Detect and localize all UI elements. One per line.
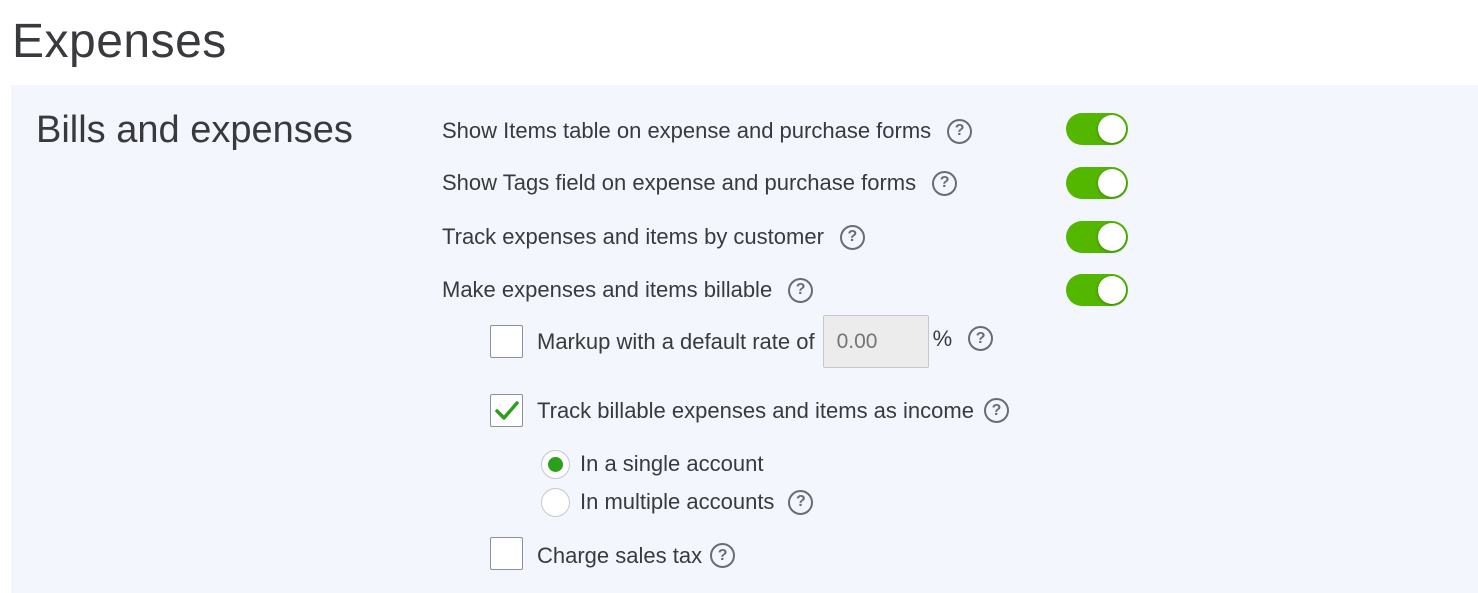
toggle-track-by-customer[interactable] <box>1066 221 1128 253</box>
help-icon[interactable]: ? <box>788 277 814 303</box>
help-icon[interactable]: ? <box>788 489 814 515</box>
setting-label: Show Tags field on expense and purchase … <box>442 170 917 195</box>
radio-multiple-accounts[interactable] <box>541 488 570 517</box>
help-icon[interactable]: ? <box>710 543 736 568</box>
toggle-knob <box>1098 276 1126 304</box>
track-income-label: Track billable expenses and items as inc… <box>537 397 974 423</box>
markup-row: Markup with a default rate of % ? <box>537 315 994 368</box>
track-income-row: Track billable expenses and items as inc… <box>537 394 1009 427</box>
radio-label-multiple: In multiple accounts <box>580 489 775 514</box>
radio-single-account[interactable] <box>541 450 570 479</box>
track-income-checkbox[interactable] <box>490 394 523 427</box>
setting-label: Track expenses and items by customer <box>442 224 824 249</box>
setting-label: Show Items table on expense and purchase… <box>442 118 932 143</box>
sales-tax-label: Charge sales tax <box>537 542 703 568</box>
markup-checkbox[interactable] <box>490 325 523 358</box>
help-icon[interactable]: ? <box>947 118 973 144</box>
section-title: Bills and expenses <box>36 109 353 151</box>
bills-expenses-panel: Bills and expenses Show Items table on e… <box>11 85 1478 593</box>
page-title: Expenses <box>12 15 227 68</box>
sales-tax-checkbox[interactable] <box>490 537 523 570</box>
radio-selected-dot <box>548 457 563 472</box>
setting-label: Make expenses and items billable <box>442 277 773 302</box>
setting-row-items-table: Show Items table on expense and purchase… <box>442 115 973 147</box>
checkmark-icon <box>494 400 519 420</box>
toggle-billable[interactable] <box>1066 274 1128 306</box>
single-account-row: In a single account <box>580 449 763 479</box>
toggle-knob <box>1098 169 1126 197</box>
toggle-knob <box>1098 223 1126 251</box>
sales-tax-row: Charge sales tax ? <box>537 539 736 572</box>
help-icon[interactable]: ? <box>932 170 958 196</box>
multiple-accounts-row: In multiple accounts ? <box>580 487 814 517</box>
setting-row-track-by-customer: Track expenses and items by customer ? <box>442 221 865 253</box>
markup-rate-input[interactable] <box>822 315 929 368</box>
toggle-tags-field[interactable] <box>1066 167 1128 199</box>
radio-label-single: In a single account <box>580 451 764 476</box>
percent-suffix: % <box>932 325 953 351</box>
help-icon[interactable]: ? <box>983 398 1009 423</box>
toggle-items-table[interactable] <box>1066 113 1128 145</box>
toggle-knob <box>1098 115 1126 143</box>
setting-row-tags-field: Show Tags field on expense and purchase … <box>442 167 958 199</box>
markup-label: Markup with a default rate of <box>537 328 815 354</box>
help-icon[interactable]: ? <box>968 326 994 351</box>
setting-row-billable: Make expenses and items billable ? <box>442 274 814 306</box>
help-icon[interactable]: ? <box>839 224 865 250</box>
